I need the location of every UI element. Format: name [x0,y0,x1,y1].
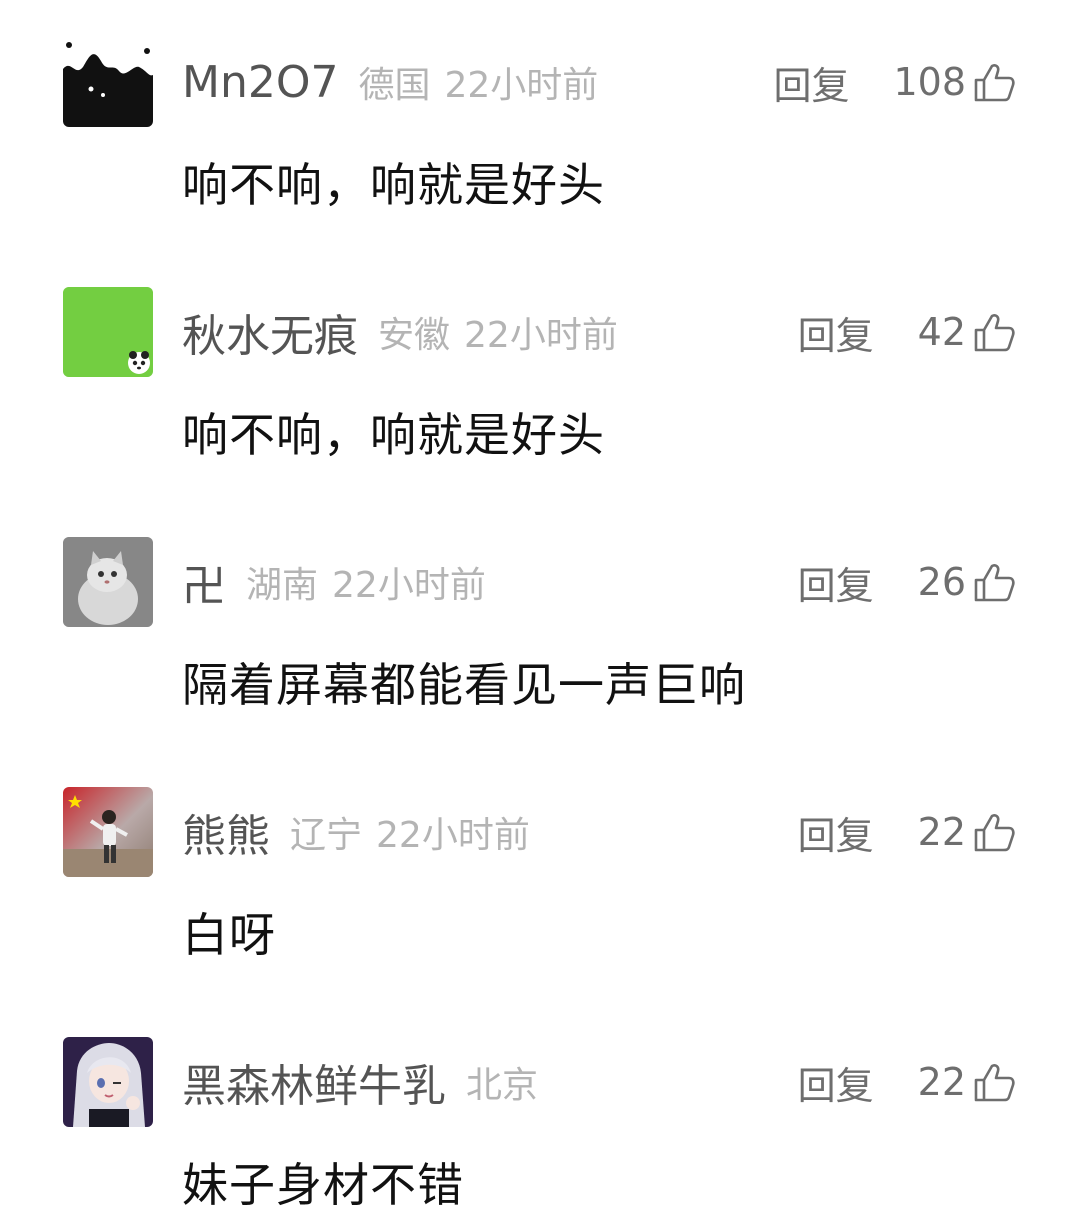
grey-cat-avatar-icon [63,537,153,627]
like-count: 22 [917,810,966,854]
comment-actions: 回复 42 [798,287,1016,377]
reply-button[interactable]: 回复 [798,555,874,610]
user-avatar[interactable] [63,1037,153,1127]
flag-beach-person-avatar-icon [63,787,153,877]
comment-text: 响不响，响就是好头 [182,158,605,212]
green-grass-with-panda-avatar-icon [63,287,153,377]
user-location: 北京 [466,1065,539,1106]
comment-actions: 回复 26 [798,537,1016,627]
comment-time: 22小时前 [444,65,599,106]
comment-item: 卍 湖南 22小时前 回复 26 隔着屏幕都能看见一声巨响 [0,537,1080,717]
like-count: 108 [893,60,966,104]
thumbs-up-icon[interactable] [972,310,1016,354]
comment-text: 白呀 [182,908,276,962]
comment-actions: 回复 22 [798,1037,1016,1127]
black-ink-splash-avatar-icon [63,37,153,127]
user-avatar[interactable] [63,37,153,127]
user-avatar[interactable] [63,287,153,377]
username[interactable]: 卍 [182,550,226,614]
comment-actions: 回复 108 [773,37,1016,127]
comment-text: 隔着屏幕都能看见一声巨响 [182,658,746,712]
reply-button[interactable]: 回复 [773,55,849,110]
username[interactable]: 黑森林鲜牛乳 [182,1050,446,1114]
comment-text: 响不响，响就是好头 [182,408,605,462]
comment-item: Mn2O7 德国 22小时前 回复 108 响不响，响就是好头 [0,37,1080,217]
thumbs-up-icon[interactable] [972,560,1016,604]
thumbs-up-icon[interactable] [972,60,1016,104]
username[interactable]: 秋水无痕 [182,300,358,364]
comment-item: 秋水无痕 安徽 22小时前 回复 42 响不响，响就是好头 [0,287,1080,467]
username[interactable]: Mn2O7 [182,57,338,108]
user-location: 安徽 [378,315,451,356]
like-count: 26 [917,560,966,604]
user-avatar[interactable] [63,537,153,627]
user-location: 湖南 [246,565,319,606]
like-count: 22 [917,1060,966,1104]
reply-button[interactable]: 回复 [798,1055,874,1110]
username[interactable]: 熊熊 [182,800,270,864]
reply-button[interactable]: 回复 [798,305,874,360]
comment-meta: 秋水无痕 安徽 22小时前 [182,287,618,377]
user-avatar[interactable] [63,787,153,877]
comment-time: 22小时前 [376,815,530,856]
user-location: 德国 [358,65,431,106]
comment-time: 22小时前 [332,565,486,606]
thumbs-up-icon[interactable] [972,810,1016,854]
anime-girl-avatar-icon [63,1037,153,1127]
comment-item: 熊熊 辽宁 22小时前 回复 22 白呀 [0,787,1080,967]
comment-text: 妹子身材不错 [182,1158,464,1212]
comment-meta: 黑森林鲜牛乳 北京 [182,1037,538,1127]
comment-time: 22小时前 [464,315,618,356]
like-count: 42 [917,310,966,354]
reply-button[interactable]: 回复 [798,805,874,860]
comment-actions: 回复 22 [798,787,1016,877]
comment-meta: 熊熊 辽宁 22小时前 [182,787,530,877]
comment-meta: 卍 湖南 22小时前 [182,537,486,627]
comment-item: 黑森林鲜牛乳 北京 回复 22 妹子身材不错 [0,1037,1080,1217]
comment-meta: Mn2O7 德国 22小时前 [182,37,598,127]
user-location: 辽宁 [290,815,363,856]
thumbs-up-icon[interactable] [972,1060,1016,1104]
